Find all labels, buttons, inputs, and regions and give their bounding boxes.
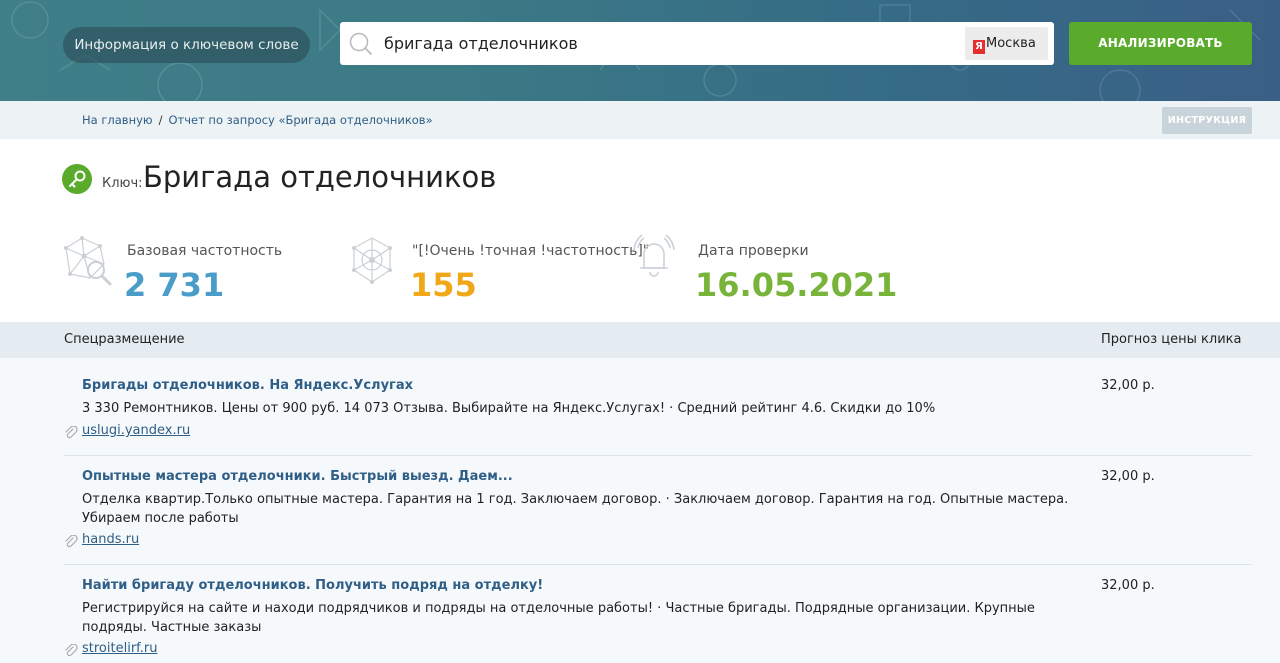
ad-description: 3 330 Ремонтников. Цены от 900 руб. 14 0… [82,401,936,416]
breadcrumb: На главную / Отчет по запросу «Бригада отд… [82,101,433,139]
keyword-info-button[interactable]: Информация о ключевом слове [63,27,310,63]
row-divider [64,564,1252,565]
column-special-placement: Спецразмещение [64,332,185,347]
base-frequency-value: 2 731 [124,266,225,304]
instruction-button[interactable]: ИНСТРУКЦИЯ [1162,107,1252,134]
search-box: ЯМосква [340,22,1054,65]
ad-price: 32,00 р. [1101,378,1155,393]
ad-description: Отделка квартир.Только опытные мастера. … [82,492,1069,526]
ad-description: Регистрируйся на сайте и находи подрядчи… [82,601,1035,635]
ads-table-body: Бригады отделочников. На Яндекс.Услугах … [0,358,1280,663]
analyze-button[interactable]: АНАЛИЗИРОВАТЬ [1069,22,1252,65]
paperclip-icon [65,644,78,657]
top-header: Информация о ключевом слове ЯМосква АНАЛ… [0,0,1280,101]
exact-frequency-label: "[!Очень !точная !частотность]" [412,243,650,259]
network-icon [352,237,392,284]
ad-price: 32,00 р. [1101,469,1155,484]
check-date-value: 16.05.2021 [695,266,898,304]
ad-title[interactable]: Бригады отделочников. На Яндекс.Услугах [82,378,413,393]
search-icon [349,32,372,55]
check-date-label: Дата проверки [698,243,809,259]
row-divider [64,455,1252,456]
breadcrumb-current-link[interactable]: Отчет по запросу «Бригада отделочников» [168,113,432,127]
key-icon [62,164,92,194]
key-prefix: Ключ: [102,176,143,191]
page-title: Бригада отделочников [143,160,497,194]
breadcrumb-bar: На главную / Отчет по запросу «Бригада отд… [0,101,1280,139]
paperclip-icon [65,426,78,439]
breadcrumb-home-link[interactable]: На главную [82,113,153,127]
network-search-icon [64,236,112,286]
yandex-logo-icon: Я [973,40,985,54]
ad-title[interactable]: Опытные мастера отделочники. Быстрый вые… [82,469,513,484]
ads-table-header: Спецразмещение Прогноз цены клика [0,322,1280,358]
region-label: Москва [986,36,1036,51]
base-frequency-label: Базовая частотность [127,243,283,259]
bell-icon [633,234,675,277]
paperclip-icon [65,535,78,548]
breadcrumb-separator: / [158,113,163,127]
search-input[interactable] [384,22,944,65]
ad-domain-link[interactable]: stroitelirf.ru [82,641,158,656]
ad-domain-link[interactable]: hands.ru [82,532,139,547]
column-click-price-forecast: Прогноз цены клика [1101,332,1242,347]
exact-frequency-value: 155 [410,266,477,304]
ad-price: 32,00 р. [1101,578,1155,593]
ad-title[interactable]: Найти бригаду отделочников. Получить под… [82,578,543,593]
ad-domain-link[interactable]: uslugi.yandex.ru [82,423,190,438]
region-button[interactable]: Я Москва [965,27,1048,60]
